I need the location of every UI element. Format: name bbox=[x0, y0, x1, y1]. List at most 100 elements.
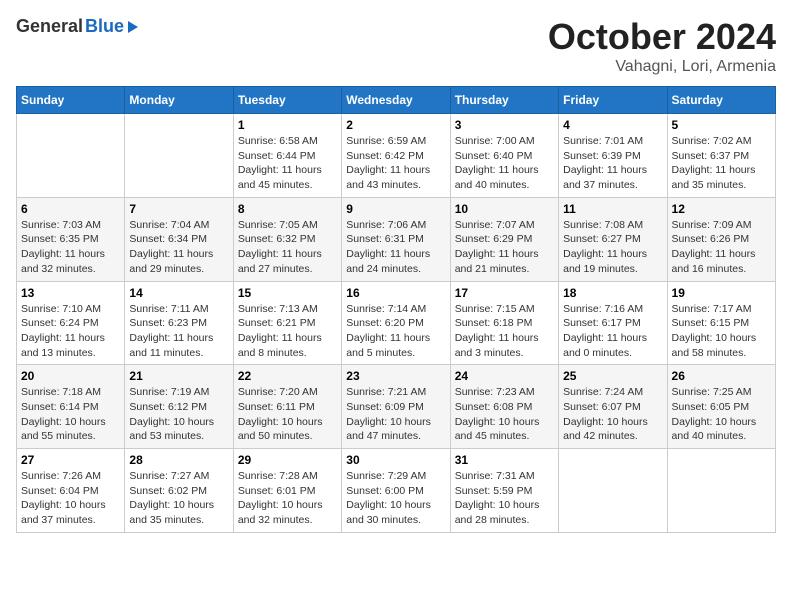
day-info: Sunrise: 7:21 AMSunset: 6:09 PMDaylight:… bbox=[346, 385, 445, 444]
month-title: October 2024 bbox=[548, 16, 776, 58]
day-info: Sunrise: 7:04 AMSunset: 6:34 PMDaylight:… bbox=[129, 218, 228, 277]
day-number: 7 bbox=[129, 202, 228, 216]
calendar-cell: 8 Sunrise: 7:05 AMSunset: 6:32 PMDaylight… bbox=[233, 197, 341, 281]
day-info: Sunrise: 7:29 AMSunset: 6:00 PMDaylight:… bbox=[346, 469, 445, 528]
calendar-cell: 30 Sunrise: 7:29 AMSunset: 6:00 PMDayligh… bbox=[342, 449, 450, 533]
day-info: Sunrise: 7:00 AMSunset: 6:40 PMDaylight:… bbox=[455, 134, 554, 193]
calendar-cell: 7 Sunrise: 7:04 AMSunset: 6:34 PMDaylight… bbox=[125, 197, 233, 281]
day-number: 1 bbox=[238, 118, 337, 132]
day-number: 19 bbox=[672, 286, 771, 300]
day-number: 11 bbox=[563, 202, 662, 216]
calendar-table: SundayMondayTuesdayWednesdayThursdayFrid… bbox=[16, 86, 776, 533]
day-info: Sunrise: 7:27 AMSunset: 6:02 PMDaylight:… bbox=[129, 469, 228, 528]
calendar-cell: 25 Sunrise: 7:24 AMSunset: 6:07 PMDayligh… bbox=[559, 365, 667, 449]
calendar-week-row: 20 Sunrise: 7:18 AMSunset: 6:14 PMDayligh… bbox=[17, 365, 776, 449]
day-number: 12 bbox=[672, 202, 771, 216]
calendar-cell: 5Sunrise: 7:02 AMSunset: 6:37 PMDaylight… bbox=[667, 114, 775, 198]
day-info: Sunrise: 7:09 AMSunset: 6:26 PMDaylight:… bbox=[672, 218, 771, 277]
calendar-week-row: 13 Sunrise: 7:10 AMSunset: 6:24 PMDayligh… bbox=[17, 281, 776, 365]
day-number: 25 bbox=[563, 369, 662, 383]
calendar-cell: 9Sunrise: 7:06 AMSunset: 6:31 PMDaylight… bbox=[342, 197, 450, 281]
day-info: Sunrise: 6:59 AMSunset: 6:42 PMDaylight:… bbox=[346, 134, 445, 193]
calendar-cell: 12 Sunrise: 7:09 AMSunset: 6:26 PMDayligh… bbox=[667, 197, 775, 281]
day-number: 5 bbox=[672, 118, 771, 132]
day-number: 26 bbox=[672, 369, 771, 383]
day-number: 4 bbox=[563, 118, 662, 132]
day-info: Sunrise: 7:26 AMSunset: 6:04 PMDaylight:… bbox=[21, 469, 120, 528]
weekday-header: Friday bbox=[559, 87, 667, 114]
day-info: Sunrise: 7:17 AMSunset: 6:15 PMDaylight:… bbox=[672, 302, 771, 361]
calendar-cell: 11 Sunrise: 7:08 AMSunset: 6:27 PMDayligh… bbox=[559, 197, 667, 281]
calendar-cell bbox=[125, 114, 233, 198]
day-info: Sunrise: 7:18 AMSunset: 6:14 PMDaylight:… bbox=[21, 385, 120, 444]
day-info: Sunrise: 7:20 AMSunset: 6:11 PMDaylight:… bbox=[238, 385, 337, 444]
day-info: Sunrise: 6:58 AMSunset: 6:44 PMDaylight:… bbox=[238, 134, 337, 193]
day-number: 30 bbox=[346, 453, 445, 467]
day-number: 14 bbox=[129, 286, 228, 300]
calendar-cell: 26 Sunrise: 7:25 AMSunset: 6:05 PMDayligh… bbox=[667, 365, 775, 449]
day-number: 6 bbox=[21, 202, 120, 216]
day-number: 17 bbox=[455, 286, 554, 300]
calendar-cell: 31 Sunrise: 7:31 AMSunset: 5:59 PMDayligh… bbox=[450, 449, 558, 533]
calendar-cell: 28 Sunrise: 7:27 AMSunset: 6:02 PMDayligh… bbox=[125, 449, 233, 533]
page-header: General Blue October 2024 Vahagni, Lori,… bbox=[16, 16, 776, 76]
day-number: 13 bbox=[21, 286, 120, 300]
day-number: 18 bbox=[563, 286, 662, 300]
day-info: Sunrise: 7:19 AMSunset: 6:12 PMDaylight:… bbox=[129, 385, 228, 444]
weekday-header: Saturday bbox=[667, 87, 775, 114]
day-number: 16 bbox=[346, 286, 445, 300]
logo-arrow-icon bbox=[128, 21, 138, 33]
day-number: 21 bbox=[129, 369, 228, 383]
weekday-header: Thursday bbox=[450, 87, 558, 114]
weekday-header: Monday bbox=[125, 87, 233, 114]
calendar-cell: 23 Sunrise: 7:21 AMSunset: 6:09 PMDayligh… bbox=[342, 365, 450, 449]
day-number: 31 bbox=[455, 453, 554, 467]
day-number: 28 bbox=[129, 453, 228, 467]
day-info: Sunrise: 7:31 AMSunset: 5:59 PMDaylight:… bbox=[455, 469, 554, 528]
day-info: Sunrise: 7:10 AMSunset: 6:24 PMDaylight:… bbox=[21, 302, 120, 361]
day-number: 15 bbox=[238, 286, 337, 300]
calendar-week-row: 27 Sunrise: 7:26 AMSunset: 6:04 PMDayligh… bbox=[17, 449, 776, 533]
day-info: Sunrise: 7:06 AMSunset: 6:31 PMDaylight:… bbox=[346, 218, 445, 277]
calendar-cell: 18 Sunrise: 7:16 AMSunset: 6:17 PMDayligh… bbox=[559, 281, 667, 365]
day-info: Sunrise: 7:24 AMSunset: 6:07 PMDaylight:… bbox=[563, 385, 662, 444]
calendar-cell: 13 Sunrise: 7:10 AMSunset: 6:24 PMDayligh… bbox=[17, 281, 125, 365]
day-info: Sunrise: 7:05 AMSunset: 6:32 PMDaylight:… bbox=[238, 218, 337, 277]
day-info: Sunrise: 7:07 AMSunset: 6:29 PMDaylight:… bbox=[455, 218, 554, 277]
day-info: Sunrise: 7:15 AMSunset: 6:18 PMDaylight:… bbox=[455, 302, 554, 361]
day-number: 22 bbox=[238, 369, 337, 383]
calendar-cell: 21 Sunrise: 7:19 AMSunset: 6:12 PMDayligh… bbox=[125, 365, 233, 449]
day-info: Sunrise: 7:03 AMSunset: 6:35 PMDaylight:… bbox=[21, 218, 120, 277]
day-info: Sunrise: 7:16 AMSunset: 6:17 PMDaylight:… bbox=[563, 302, 662, 361]
day-info: Sunrise: 7:01 AMSunset: 6:39 PMDaylight:… bbox=[563, 134, 662, 193]
calendar-cell: 14Sunrise: 7:11 AMSunset: 6:23 PMDayligh… bbox=[125, 281, 233, 365]
title-area: October 2024 Vahagni, Lori, Armenia bbox=[548, 16, 776, 76]
calendar-cell: 22 Sunrise: 7:20 AMSunset: 6:11 PMDayligh… bbox=[233, 365, 341, 449]
day-info: Sunrise: 7:08 AMSunset: 6:27 PMDaylight:… bbox=[563, 218, 662, 277]
calendar-cell: 1 Sunrise: 6:58 AMSunset: 6:44 PMDaylight… bbox=[233, 114, 341, 198]
calendar-cell: 15 Sunrise: 7:13 AMSunset: 6:21 PMDayligh… bbox=[233, 281, 341, 365]
calendar-header-row: SundayMondayTuesdayWednesdayThursdayFrid… bbox=[17, 87, 776, 114]
calendar-cell: 19 Sunrise: 7:17 AMSunset: 6:15 PMDayligh… bbox=[667, 281, 775, 365]
day-number: 10 bbox=[455, 202, 554, 216]
day-info: Sunrise: 7:13 AMSunset: 6:21 PMDaylight:… bbox=[238, 302, 337, 361]
calendar-cell: 20 Sunrise: 7:18 AMSunset: 6:14 PMDayligh… bbox=[17, 365, 125, 449]
day-number: 3 bbox=[455, 118, 554, 132]
calendar-cell: 29Sunrise: 7:28 AMSunset: 6:01 PMDayligh… bbox=[233, 449, 341, 533]
day-number: 23 bbox=[346, 369, 445, 383]
logo: General Blue bbox=[16, 16, 138, 37]
day-number: 8 bbox=[238, 202, 337, 216]
calendar-cell bbox=[17, 114, 125, 198]
day-info: Sunrise: 7:14 AMSunset: 6:20 PMDaylight:… bbox=[346, 302, 445, 361]
day-number: 20 bbox=[21, 369, 120, 383]
day-number: 24 bbox=[455, 369, 554, 383]
day-number: 27 bbox=[21, 453, 120, 467]
weekday-header: Sunday bbox=[17, 87, 125, 114]
calendar-week-row: 6 Sunrise: 7:03 AMSunset: 6:35 PMDaylight… bbox=[17, 197, 776, 281]
calendar-cell: 17 Sunrise: 7:15 AMSunset: 6:18 PMDayligh… bbox=[450, 281, 558, 365]
calendar-cell: 4 Sunrise: 7:01 AMSunset: 6:39 PMDaylight… bbox=[559, 114, 667, 198]
calendar-cell: 27 Sunrise: 7:26 AMSunset: 6:04 PMDayligh… bbox=[17, 449, 125, 533]
day-info: Sunrise: 7:23 AMSunset: 6:08 PMDaylight:… bbox=[455, 385, 554, 444]
calendar-cell: 24 Sunrise: 7:23 AMSunset: 6:08 PMDayligh… bbox=[450, 365, 558, 449]
day-info: Sunrise: 7:25 AMSunset: 6:05 PMDaylight:… bbox=[672, 385, 771, 444]
